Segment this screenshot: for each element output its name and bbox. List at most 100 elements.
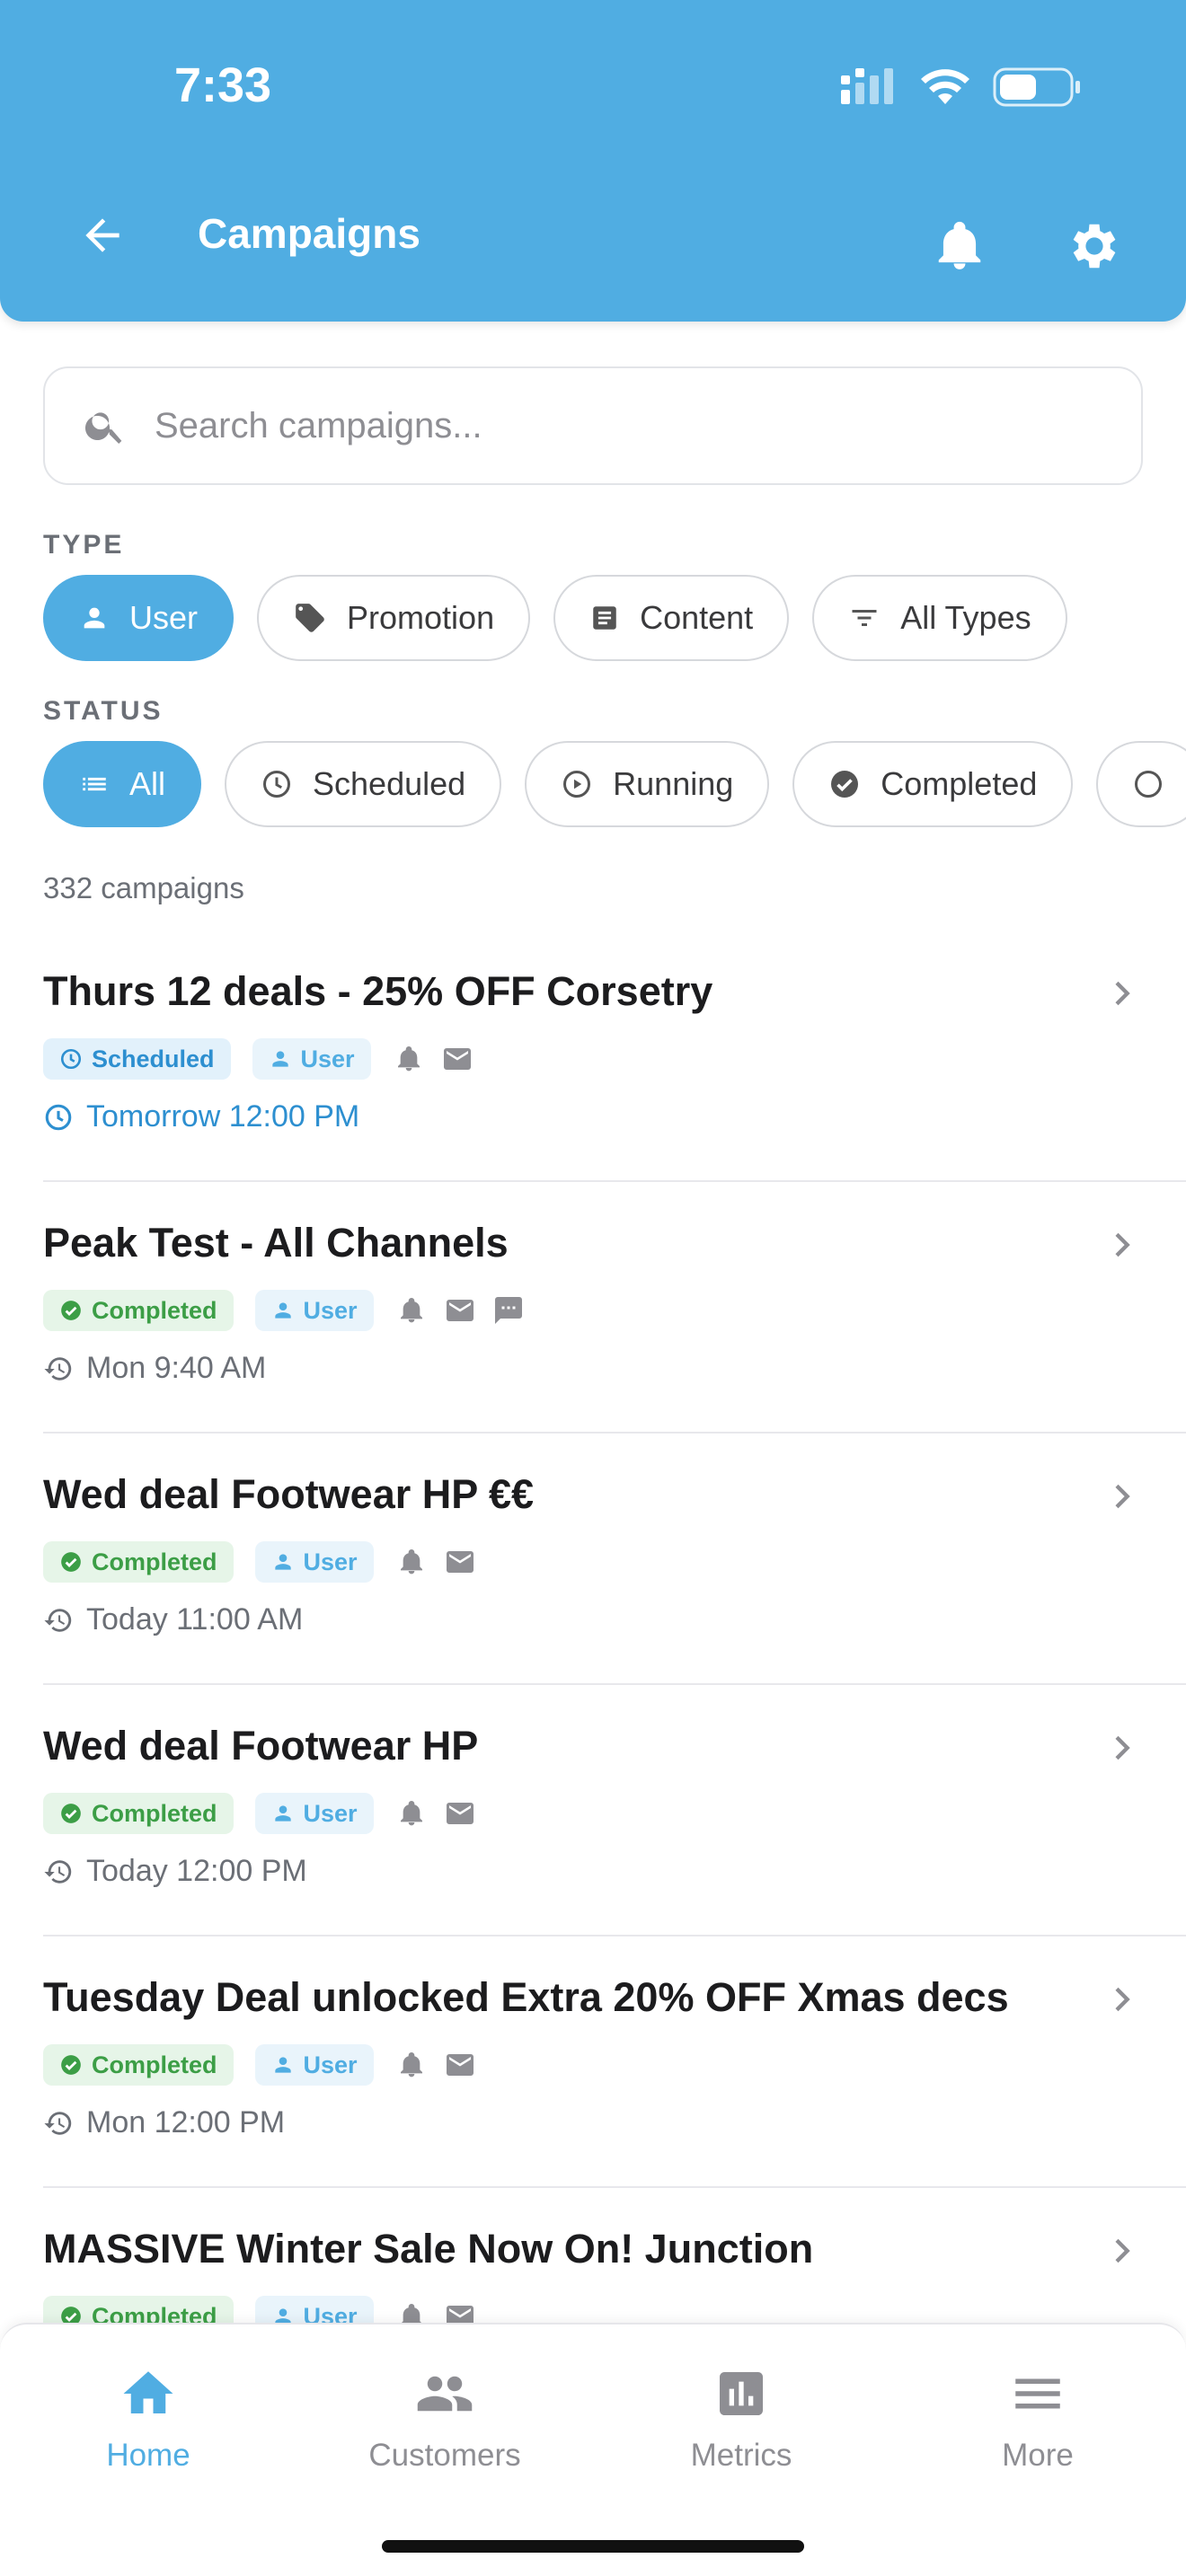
campaign-tags: Completed User [43, 1541, 474, 1583]
campaign-title: Peak Test - All Channels [43, 1220, 509, 1266]
campaign-title: Tuesday Deal unlocked Extra 20% OFF Xmas… [43, 1974, 1009, 2020]
campaign-time: Tomorrow 12:00 PM [43, 1099, 359, 1134]
campaign-row[interactable]: Wed deal Footwear HP Completed User Toda… [43, 1685, 1186, 1936]
clock-icon [263, 771, 291, 798]
status-chip-all[interactable]: All [43, 741, 202, 827]
search-box[interactable] [43, 366, 1143, 485]
push-channel-icon [395, 1797, 428, 1830]
type-badge: User [254, 1793, 374, 1834]
cellular-signal-icon [841, 68, 893, 104]
status-icons [841, 67, 1080, 107]
status-badge-label: Completed [92, 1296, 217, 1324]
type-chip-promotion[interactable]: Promotion [257, 575, 531, 661]
back-button[interactable] [70, 203, 135, 268]
campaign-tags: Scheduled User [43, 1038, 471, 1080]
sms-channel-icon [492, 1294, 525, 1327]
status-time: 7:33 [174, 58, 272, 112]
type-badge: User [254, 2296, 374, 2324]
clock-icon [45, 1104, 72, 1130]
filter-icon [852, 610, 877, 626]
type-badge-label: User [303, 2051, 358, 2078]
chip-label: Running [613, 765, 734, 802]
tab-customers[interactable]: Customers [296, 2364, 593, 2474]
email-channel-icon [444, 2049, 476, 2081]
tab-label: Metrics [690, 2438, 792, 2473]
type-badge: User [252, 1038, 371, 1080]
tab-more[interactable]: More [890, 2364, 1186, 2474]
person-icon [274, 2057, 291, 2073]
battery-icon [993, 67, 1080, 107]
tab-metrics[interactable]: Metrics [593, 2364, 890, 2474]
type-chip-all-types[interactable]: All Types [812, 575, 1067, 661]
status-filter-label: STATUS [43, 696, 164, 726]
status-chip-overflow[interactable] [1096, 741, 1186, 827]
tag-icon [296, 604, 324, 632]
campaign-row[interactable]: Peak Test - All Channels Completed User … [43, 1182, 1186, 1434]
push-channel-icon [395, 1294, 428, 1327]
check-circle-icon [61, 2307, 81, 2323]
push-channel-icon [395, 2049, 428, 2081]
campaign-time-label: Today 12:00 PM [86, 1854, 307, 1888]
notifications-button[interactable] [924, 210, 996, 282]
bell-icon [938, 221, 981, 269]
type-badge-label: User [303, 2302, 358, 2324]
search-icon [84, 412, 122, 444]
email-channel-icon [441, 1043, 474, 1075]
push-channel-icon [395, 2300, 428, 2323]
status-badge-label: Scheduled [92, 1045, 215, 1072]
chip-label: Promotion [347, 599, 495, 636]
campaign-list: Thurs 12 deals - 25% OFF Corsetry Schedu… [43, 931, 1186, 2323]
tab-label: Customers [368, 2438, 521, 2473]
check-circle-icon [61, 1552, 81, 1572]
person-icon [271, 1051, 288, 1067]
status-badge: Completed [43, 1541, 234, 1583]
push-channel-icon [395, 1546, 428, 1578]
chevron-right-icon [1115, 2238, 1130, 2263]
status-chip-running[interactable]: Running [525, 741, 770, 827]
campaign-title: Wed deal Footwear HP €€ [43, 1471, 534, 1517]
campaign-time: Today 11:00 AM [43, 1602, 303, 1637]
person-icon [274, 1302, 291, 1319]
home-icon [123, 2371, 173, 2413]
type-chip-user[interactable]: User [43, 575, 235, 661]
play-icon [563, 771, 591, 798]
email-channel-icon [444, 1294, 476, 1327]
email-channel-icon [444, 1797, 476, 1830]
menu-icon [1015, 2378, 1060, 2409]
status-badge: Completed [43, 2044, 234, 2086]
back-arrow-icon [85, 218, 119, 252]
tab-label: Home [106, 2438, 190, 2473]
people-icon [417, 2376, 473, 2412]
home-indicator [382, 2540, 804, 2553]
document-icon [593, 606, 616, 630]
campaign-tags: Completed User [43, 2044, 474, 2086]
chip-label: Scheduled [313, 765, 466, 802]
campaign-time: Mon 9:40 AM [43, 1351, 266, 1386]
campaign-row[interactable]: Thurs 12 deals - 25% OFF Corsetry Schedu… [43, 931, 1186, 1182]
campaign-row[interactable]: Tuesday Deal unlocked Extra 20% OFF Xmas… [43, 1936, 1186, 2188]
type-chip-content[interactable]: Content [553, 575, 790, 661]
clock-outline-icon [1135, 771, 1163, 798]
tab-home[interactable]: Home [0, 2364, 296, 2474]
campaign-row[interactable]: MASSIVE Winter Sale Now On! Junction Com… [43, 2188, 1186, 2323]
campaign-tags: Completed User [43, 2296, 474, 2324]
status-chip-row: All Scheduled Running Completed [43, 741, 1186, 827]
bar-chart-icon [720, 2372, 763, 2415]
status-badge: Scheduled [43, 1038, 231, 1080]
wifi-icon [921, 69, 969, 104]
chevron-right-icon [1115, 1232, 1130, 1257]
settings-button[interactable] [1058, 210, 1130, 282]
type-badge-label: User [303, 1296, 358, 1324]
campaign-time-label: Mon 9:40 AM [86, 1351, 267, 1385]
clock-icon [60, 1048, 82, 1070]
gear-icon [1073, 224, 1116, 269]
status-chip-scheduled[interactable]: Scheduled [225, 741, 502, 827]
campaign-row[interactable]: Wed deal Footwear HP €€ Completed User T… [43, 1434, 1186, 1685]
chevron-right-icon [1115, 1484, 1130, 1509]
campaign-tags: Completed User [43, 1290, 522, 1331]
type-badge: User [254, 2044, 374, 2086]
search-input[interactable] [155, 405, 1053, 446]
status-chip-completed[interactable]: Completed [792, 741, 1074, 827]
check-circle-icon [831, 771, 859, 798]
chip-label: Content [640, 599, 754, 636]
